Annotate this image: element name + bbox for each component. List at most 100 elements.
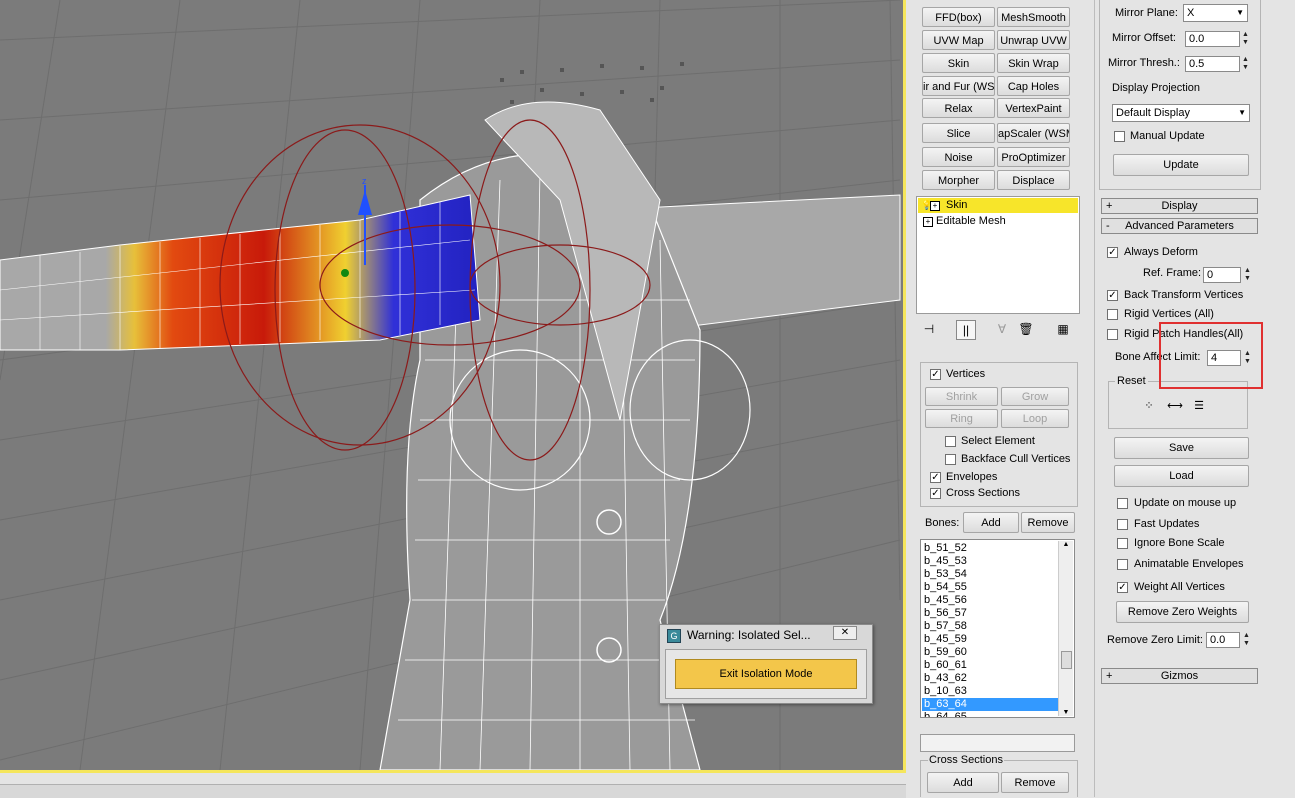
warning-body: Exit Isolation Mode [665, 649, 867, 699]
bone-name-field[interactable] [920, 734, 1075, 752]
weight-all-vertices-checkbox[interactable]: ✓ [1117, 582, 1128, 593]
stack-item-label: Skin [946, 199, 968, 211]
add-bone-button[interactable]: Add [963, 512, 1019, 533]
ring-button[interactable]: Ring [925, 409, 998, 428]
advanced-rollout-title: Advanced Parameters [1125, 220, 1234, 232]
spinner-arrows-icon[interactable]: ▲ ▼ [1241, 31, 1250, 47]
cap-holes-button[interactable]: Cap Holes [997, 76, 1070, 96]
display-rollout[interactable]: + Display [1101, 198, 1258, 214]
bone-item[interactable]: b_54_55 [922, 581, 1060, 594]
stack-item-editable-mesh[interactable]: + Editable Mesh [918, 214, 1078, 229]
spinner-arrows-icon[interactable]: ▲ ▼ [1241, 56, 1250, 72]
backface-cull-checkbox[interactable] [945, 454, 956, 465]
bones-list-scrollbar[interactable]: ▲ ▼ [1058, 541, 1073, 716]
gizmos-rollout[interactable]: + Gizmos [1101, 668, 1258, 684]
skin-button[interactable]: Skin [922, 53, 995, 73]
reset-vertices-icon[interactable]: ⁘ [1142, 399, 1156, 413]
scroll-thumb[interactable] [1061, 651, 1072, 669]
bone-item[interactable]: b_64_65 [922, 711, 1060, 717]
mapscaler-button[interactable]: apScaler (WSM [997, 123, 1070, 143]
rigid-patch-checkbox[interactable] [1107, 329, 1118, 340]
rigid-vertices-checkbox[interactable] [1107, 309, 1118, 320]
prooptimizer-button[interactable]: ProOptimizer [997, 147, 1070, 167]
always-deform-checkbox[interactable]: ✓ [1107, 247, 1118, 258]
mirror-offset-input[interactable]: 0.0 [1185, 31, 1240, 47]
update-mouse-up-label: Update on mouse up [1134, 497, 1237, 509]
display-projection-dropdown[interactable]: Default Display ▼ [1112, 104, 1250, 122]
reset-bone-icon[interactable]: ⟷ [1166, 399, 1184, 413]
noise-button[interactable]: Noise [922, 147, 995, 167]
grow-button[interactable]: Grow [1001, 387, 1069, 406]
reset-all-icon[interactable]: ☰ [1191, 399, 1207, 413]
remove-modifier-icon[interactable]: 🗑 [1017, 322, 1035, 340]
expand-plus-icon[interactable]: + [930, 201, 940, 211]
vertexpaint-button[interactable]: VertexPaint [997, 98, 1070, 118]
bone-item[interactable]: b_45_53 [922, 555, 1060, 568]
morpher-button[interactable]: Morpher [922, 170, 995, 190]
slice-button[interactable]: Slice [922, 123, 995, 143]
back-transform-checkbox[interactable]: ✓ [1107, 290, 1118, 301]
viewport-timeline-bar[interactable] [0, 784, 906, 798]
remove-cross-section-button[interactable]: Remove [1001, 772, 1069, 793]
cross-sections-title: Cross Sections [928, 754, 1004, 766]
relax-button[interactable]: Relax [922, 98, 995, 118]
scroll-down-icon[interactable]: ▼ [1059, 709, 1073, 716]
bone-item[interactable]: b_43_62 [922, 672, 1060, 685]
configure-sets-icon[interactable]: ▦ [1054, 322, 1072, 340]
scroll-up-icon[interactable]: ▲ [1059, 541, 1073, 548]
save-button[interactable]: Save [1114, 437, 1249, 459]
uvw-map-button[interactable]: UVW Map [922, 30, 995, 50]
bone-item[interactable]: b_53_54 [922, 568, 1060, 581]
stack-item-skin[interactable]: 💡 + Skin [918, 198, 1078, 213]
ref-frame-input[interactable]: 0 [1203, 267, 1241, 283]
bone-item[interactable]: b_10_63 [922, 685, 1060, 698]
shrink-button[interactable]: Shrink [925, 387, 998, 406]
exit-isolation-mode-button[interactable]: Exit Isolation Mode [675, 659, 857, 689]
bone-item[interactable]: b_56_57 [922, 607, 1060, 620]
vertices-checkbox[interactable]: ✓ [930, 369, 941, 380]
update-button[interactable]: Update [1113, 154, 1249, 176]
skin-wrap-button[interactable]: Skin Wrap [997, 53, 1070, 73]
select-element-checkbox[interactable] [945, 436, 956, 447]
remove-zero-weights-button[interactable]: Remove Zero Weights [1116, 601, 1249, 623]
spinner-arrows-icon[interactable]: ▲ ▼ [1243, 267, 1252, 283]
envelopes-checkbox[interactable]: ✓ [930, 472, 941, 483]
remove-zero-limit-input[interactable]: 0.0 [1206, 632, 1240, 648]
load-button[interactable]: Load [1114, 465, 1249, 487]
cross-sections-checkbox[interactable]: ✓ [930, 488, 941, 499]
bone-item[interactable]: b_60_61 [922, 659, 1060, 672]
update-mouse-up-checkbox[interactable] [1117, 498, 1128, 509]
lightbulb-icon[interactable]: 💡 [921, 200, 932, 211]
unwrap-uvw-button[interactable]: Unwrap UVW [997, 30, 1070, 50]
mirror-thresh-input[interactable]: 0.5 [1185, 56, 1240, 72]
ignore-bone-scale-checkbox[interactable] [1117, 538, 1128, 549]
bone-item[interactable]: b_57_58 [922, 620, 1060, 633]
loop-button[interactable]: Loop [1001, 409, 1069, 428]
displace-button[interactable]: Displace [997, 170, 1070, 190]
advanced-parameters-rollout[interactable]: - Advanced Parameters [1101, 218, 1258, 234]
cross-sections-label: Cross Sections [946, 487, 1020, 499]
ref-frame-label: Ref. Frame: [1143, 267, 1202, 279]
manual-update-checkbox[interactable] [1114, 131, 1125, 142]
show-end-result-icon[interactable]: || [956, 320, 976, 340]
close-icon[interactable]: ✕ [833, 626, 857, 640]
expand-plus-icon[interactable]: + [923, 217, 933, 227]
bone-item[interactable]: b_59_60 [922, 646, 1060, 659]
mirror-plane-dropdown[interactable]: X ▼ [1183, 4, 1248, 22]
bone-item[interactable]: b_51_52 [922, 542, 1060, 555]
bone-item[interactable]: b_45_59 [922, 633, 1060, 646]
hair-and-fur-button[interactable]: ir and Fur (WS [922, 76, 995, 96]
bone-item-selected[interactable]: b_63_64 [922, 698, 1060, 711]
bone-item[interactable]: b_45_56 [922, 594, 1060, 607]
make-unique-icon[interactable]: ∀ [993, 322, 1011, 340]
fast-updates-checkbox[interactable] [1117, 519, 1128, 530]
ffd-box-button[interactable]: FFD(box) [922, 7, 995, 27]
pin-stack-icon[interactable]: ⊣ [920, 322, 938, 340]
spinner-arrows-icon[interactable]: ▲ ▼ [1242, 632, 1251, 648]
add-cross-section-button[interactable]: Add [927, 772, 999, 793]
mirror-plane-label: Mirror Plane: [1115, 7, 1178, 19]
animatable-envelopes-checkbox[interactable] [1117, 559, 1128, 570]
bones-list[interactable]: b_51_52 b_45_53 b_53_54 b_54_55 b_45_56 … [920, 539, 1075, 718]
remove-bone-button[interactable]: Remove [1021, 512, 1075, 533]
meshsmooth-button[interactable]: MeshSmooth [997, 7, 1070, 27]
